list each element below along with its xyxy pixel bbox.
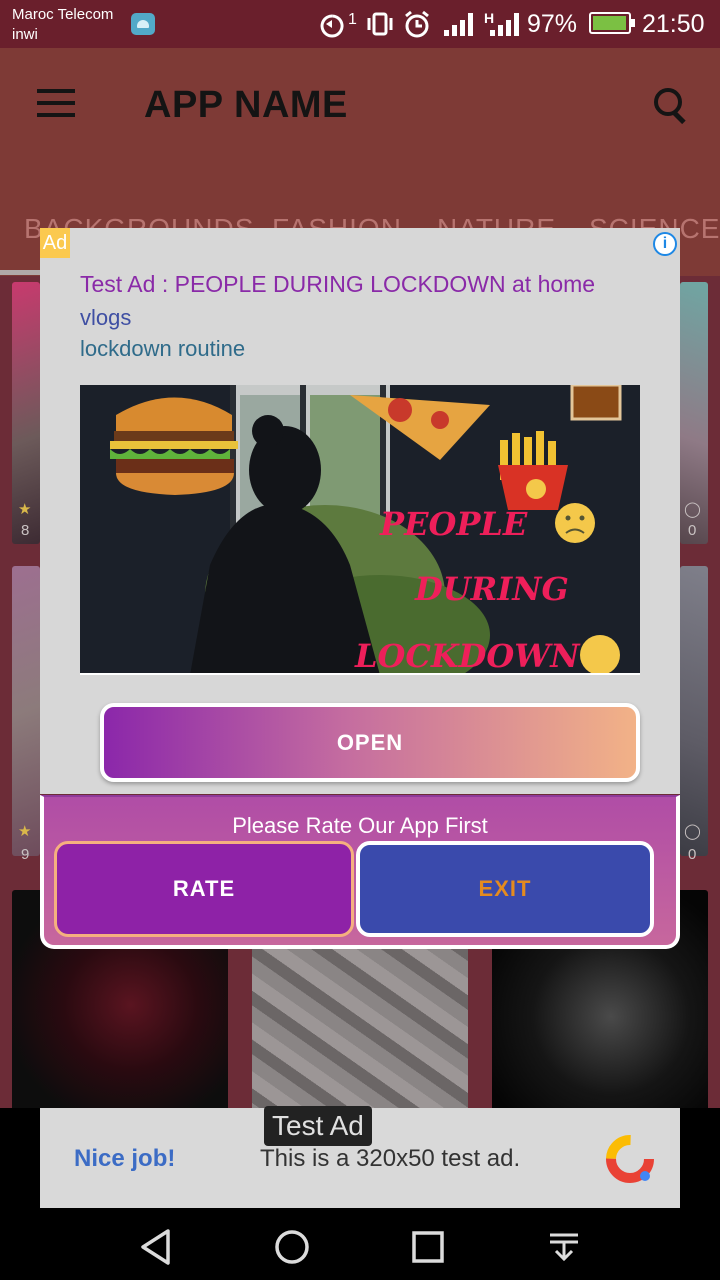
rate-prompt: Please Rate Our App First bbox=[232, 813, 488, 838]
carrier-primary: Maroc Telecom bbox=[12, 6, 114, 23]
ad-subtitle: vlogs bbox=[80, 305, 132, 330]
wallpaper-card[interactable] bbox=[680, 566, 708, 856]
back-button[interactable] bbox=[116, 1214, 196, 1280]
hotspot-count: 1 bbox=[348, 11, 357, 28]
recents-button[interactable] bbox=[388, 1214, 468, 1280]
info-icon[interactable]: i bbox=[653, 232, 677, 256]
app-title: APP NAME bbox=[144, 84, 348, 126]
search-icon[interactable] bbox=[652, 86, 688, 122]
native-ad-panel[interactable]: Ad i Test Ad : PEOPLE DURING LOCKDOWN at… bbox=[40, 228, 680, 794]
signal-1-icon bbox=[444, 13, 473, 36]
android-notification-icon bbox=[131, 13, 155, 35]
wallpaper-comments: 0 bbox=[688, 846, 697, 863]
home-button[interactable] bbox=[252, 1214, 332, 1280]
ad-image-text-during: DURING bbox=[414, 570, 569, 608]
banner-text: This is a 320x50 test ad. bbox=[260, 1145, 521, 1172]
wallpaper-comments: 0 bbox=[688, 522, 697, 539]
hotspot-icon bbox=[320, 14, 344, 38]
carrier-secondary: inwi bbox=[12, 26, 38, 43]
vibrate-icon bbox=[367, 12, 393, 36]
battery-percent: 97% bbox=[527, 10, 578, 38]
comment-icon: ◯ bbox=[684, 823, 701, 840]
ad-media-image[interactable]: PEOPLE DURING LOCKDOWN bbox=[80, 385, 640, 675]
home-icon bbox=[275, 1230, 309, 1264]
status-bar: Maroc Telecom inwi 1 H 97% 21:50 bbox=[0, 0, 720, 48]
recents-icon bbox=[412, 1231, 444, 1263]
comment-icon: ◯ bbox=[684, 501, 701, 518]
alarm-icon bbox=[405, 10, 429, 38]
carrier-names: Maroc Telecom inwi bbox=[12, 5, 113, 45]
rate-button[interactable]: RATE bbox=[54, 841, 354, 937]
menu-icon[interactable] bbox=[37, 89, 75, 117]
ad-badge: Ad bbox=[40, 228, 70, 258]
star-icon: ★ bbox=[18, 823, 32, 840]
wallpaper-rating: 8 bbox=[21, 522, 30, 539]
wallpaper-card[interactable] bbox=[12, 566, 40, 856]
wallpaper-rating: 9 bbox=[21, 846, 30, 863]
app-bar bbox=[0, 48, 720, 160]
battery-icon bbox=[589, 12, 635, 34]
clock: 21:50 bbox=[642, 10, 705, 38]
navigation-bar bbox=[0, 1214, 720, 1280]
open-button[interactable]: OPEN bbox=[100, 703, 640, 782]
star-icon: ★ bbox=[18, 501, 32, 518]
ad-image-text-lockdown: LOCKDOWN bbox=[354, 637, 581, 675]
rate-dialog: Please Rate Our App First RATE EXIT bbox=[40, 795, 680, 949]
banner-ad-area: Nice job! This is a 320x50 test ad. Test… bbox=[0, 1106, 720, 1214]
ad-illustration: PEOPLE DURING LOCKDOWN bbox=[80, 385, 640, 675]
signal-2-icon bbox=[490, 13, 519, 36]
exit-button[interactable]: EXIT bbox=[356, 841, 654, 937]
notification-pull-button[interactable] bbox=[524, 1214, 604, 1280]
ad-description: lockdown routine bbox=[80, 336, 246, 361]
test-ad-badge: Test Ad bbox=[264, 1106, 372, 1146]
ad-image-text-people: PEOPLE bbox=[379, 505, 528, 543]
back-icon bbox=[141, 1229, 170, 1265]
banner-nice-job: Nice job! bbox=[74, 1145, 176, 1172]
ad-headline[interactable]: Test Ad : PEOPLE DURING LOCKDOWN at home bbox=[80, 268, 660, 301]
admob-logo-icon bbox=[606, 1135, 654, 1183]
pull-down-icon bbox=[550, 1233, 578, 1262]
